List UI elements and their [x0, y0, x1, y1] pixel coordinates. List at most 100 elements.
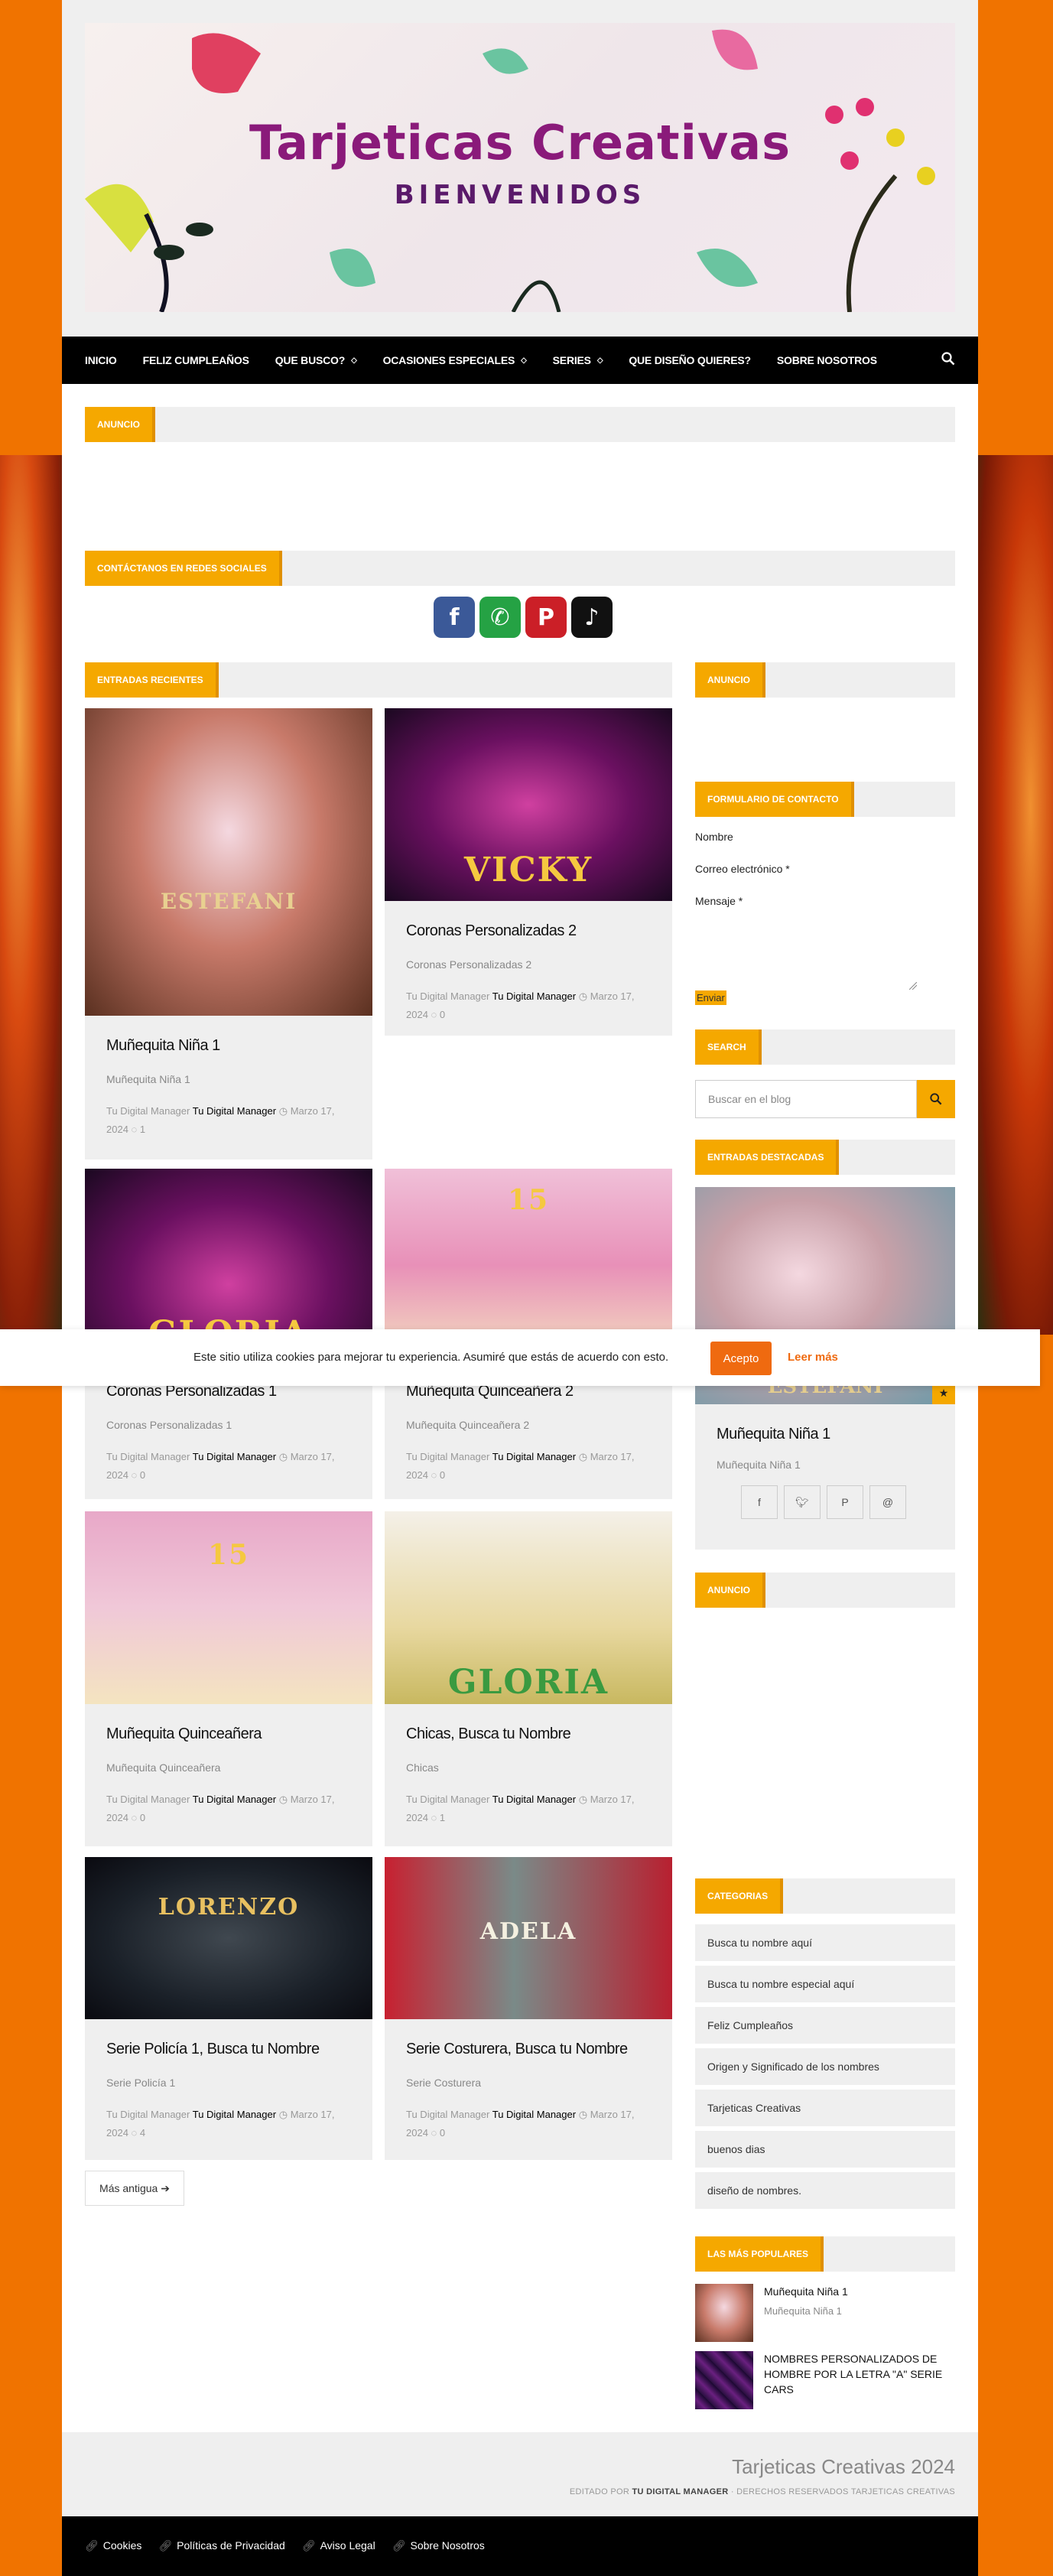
nav-item-feliz-cumpleanos[interactable]: FELIZ CUMPLEAÑOS	[143, 354, 249, 366]
category-item[interactable]: buenos dias	[695, 2131, 955, 2168]
category-item[interactable]: Feliz Cumpleaños	[695, 2007, 955, 2044]
post-comments[interactable]: 0	[440, 2127, 445, 2139]
whatsapp-icon[interactable]: ✆	[479, 597, 521, 638]
popular-post[interactable]: Muñequita Niña 1 Muñequita Niña 1	[695, 2284, 955, 2342]
popular-thumbnail[interactable]	[695, 2351, 753, 2409]
post-card[interactable]: GLORIA Chicas, Busca tu Nombre Chicas Tu…	[385, 1511, 672, 1846]
social-icons: f ✆ P ♪	[434, 597, 613, 638]
popular-thumbnail[interactable]	[695, 2284, 753, 2342]
featured-title[interactable]: Muñequita Niña 1	[695, 1426, 955, 1443]
post-card[interactable]: ADELA Serie Costurera, Busca tu Nombre S…	[385, 1857, 672, 2160]
older-posts-label: Más antigua	[99, 2182, 158, 2194]
post-author[interactable]: Tu Digital Manager	[193, 1794, 276, 1805]
footer-brand[interactable]: Tarjeticas Creativas 2024	[732, 2455, 955, 2479]
post-comments[interactable]: 4	[140, 2127, 145, 2139]
category-item[interactable]: Busca tu nombre aquí	[695, 1924, 955, 1961]
email-icon[interactable]: @	[869, 1485, 906, 1519]
popular-title[interactable]: Muñequita Niña 1	[764, 2284, 955, 2299]
twitter-icon[interactable]: 🐦︎	[784, 1485, 821, 1519]
nav-item-series[interactable]: SERIES ◇	[553, 354, 603, 366]
older-posts-button[interactable]: Más antigua ➔	[85, 2171, 184, 2206]
facebook-icon[interactable]: f	[741, 1485, 778, 1519]
search-submit-button[interactable]	[917, 1080, 955, 1118]
post-card[interactable]: 15 Muñequita Quinceañera Muñequita Quinc…	[85, 1511, 372, 1846]
post-card[interactable]: VICKY Coronas Personalizadas 2 Coronas P…	[385, 708, 672, 1036]
facebook-icon[interactable]: f	[434, 597, 475, 638]
nav-item-inicio[interactable]: INICIO	[85, 354, 117, 366]
post-author[interactable]: Tu Digital Manager	[193, 1105, 276, 1117]
cookie-read-more-link[interactable]: Leer más	[788, 1351, 838, 1364]
post-meta: Tu Digital Manager Tu Digital Manager ◷ …	[385, 1448, 672, 1485]
message-field-label: Mensaje *	[695, 895, 743, 907]
pinterest-icon[interactable]: P	[525, 597, 567, 638]
header-banner[interactable]: Tarjeticas Creativas BIENVENIDOS	[85, 23, 955, 312]
post-author[interactable]: Tu Digital Manager	[193, 1451, 276, 1462]
pinterest-icon[interactable]: P	[827, 1485, 863, 1519]
post-comments[interactable]: 0	[440, 1469, 445, 1481]
comment-icon: ◌	[131, 2127, 140, 2139]
message-textarea[interactable]	[695, 915, 917, 990]
submit-button[interactable]: Enviar	[695, 990, 726, 1005]
popular-title[interactable]: NOMBRES PERSONALIZADOS DE HOMBRE POR LA …	[764, 2351, 955, 2397]
popular-post[interactable]: NOMBRES PERSONALIZADOS DE HOMBRE POR LA …	[695, 2351, 955, 2409]
footer-link-sobre-nosotros[interactable]: 🔗︎ Sobre Nosotros	[392, 2539, 485, 2552]
search-input[interactable]: Buscar en el blog	[695, 1080, 917, 1118]
category-item[interactable]: Origen y Significado de los nombres	[695, 2048, 955, 2085]
post-card[interactable]: ESTEFANI Muñequita Niña 1 Muñequita Niña…	[85, 708, 372, 1160]
post-author[interactable]: Tu Digital Manager	[492, 1451, 576, 1462]
nav-item-ocasiones-especiales[interactable]: OCASIONES ESPECIALES ◇	[383, 354, 527, 366]
post-comments[interactable]: 1	[440, 1812, 445, 1823]
footer-link-aviso-legal[interactable]: 🔗︎ Aviso Legal	[302, 2539, 375, 2552]
post-title[interactable]: Serie Costurera, Busca tu Nombre	[385, 2041, 672, 2058]
chevron-down-icon: ◇	[521, 356, 527, 365]
clock-icon: ◷	[578, 1794, 590, 1805]
post-thumbnail[interactable]: ADELA	[385, 1857, 672, 2019]
clock-icon: ◷	[278, 1105, 291, 1117]
email-field-label: Correo electrónico *	[695, 863, 790, 875]
post-thumbnail[interactable]: LORENZO	[85, 1857, 372, 2019]
post-author[interactable]: Tu Digital Manager	[492, 1794, 576, 1805]
comment-icon: ◌	[431, 1812, 440, 1823]
banner-subtitle: BIENVENIDOS	[394, 180, 646, 210]
post-author[interactable]: Tu Digital Manager	[492, 2109, 576, 2120]
nav-item-que-diseno[interactable]: QUE DISEÑO QUIERES?	[629, 354, 751, 366]
post-title[interactable]: Muñequita Quinceañera	[85, 1725, 372, 1743]
post-comments[interactable]: 0	[140, 1469, 145, 1481]
post-author[interactable]: Tu Digital Manager	[492, 990, 576, 1002]
post-comments[interactable]: 1	[140, 1124, 145, 1135]
category-item[interactable]: Tarjeticas Creativas	[695, 2090, 955, 2126]
chevron-down-icon: ◇	[596, 356, 603, 365]
section-title: ENTRADAS RECIENTES	[85, 662, 219, 698]
category-item[interactable]: Busca tu nombre especial aquí	[695, 1966, 955, 2002]
background-leaves-left	[0, 455, 62, 1335]
post-author[interactable]: Tu Digital Manager	[193, 2109, 276, 2120]
post-card[interactable]: LORENZO Serie Policía 1, Busca tu Nombre…	[85, 1857, 372, 2160]
post-comments[interactable]: 0	[140, 1812, 145, 1823]
footer-link-cookies[interactable]: 🔗︎ Cookies	[85, 2539, 141, 2552]
post-title[interactable]: Muñequita Niña 1	[85, 1037, 372, 1055]
post-thumbnail[interactable]: 15	[85, 1511, 372, 1704]
search-icon[interactable]	[941, 352, 955, 369]
category-item[interactable]: diseño de nombres.	[695, 2172, 955, 2209]
credit-name[interactable]: TU DIGITAL MANAGER	[632, 2487, 728, 2496]
nav-item-que-busco[interactable]: QUE BUSCO? ◇	[275, 354, 357, 366]
section-header-anuncio: ANUNCIO	[85, 407, 955, 442]
footer-link-privacidad[interactable]: 🔗︎ Políticas de Privacidad	[158, 2539, 284, 2552]
section-title: LAS MÁS POPULARES	[695, 2236, 824, 2272]
post-title[interactable]: Coronas Personalizadas 2	[385, 922, 672, 940]
tiktok-icon[interactable]: ♪	[571, 597, 613, 638]
author-prefix: Tu Digital Manager	[406, 2109, 492, 2120]
footer-link-label: Aviso Legal	[320, 2539, 375, 2552]
thumbnail-label: ESTEFANI	[160, 889, 297, 914]
post-comments[interactable]: 0	[440, 1009, 445, 1020]
post-title[interactable]: Serie Policía 1, Busca tu Nombre	[85, 2041, 372, 2058]
post-thumbnail[interactable]: ESTEFANI	[85, 708, 372, 1016]
nav-item-sobre-nosotros[interactable]: SOBRE NOSOTROS	[777, 354, 877, 366]
post-thumbnail[interactable]: GLORIA	[385, 1511, 672, 1704]
cookie-accept-button[interactable]: Acepto	[710, 1342, 772, 1375]
post-thumbnail[interactable]: VICKY	[385, 708, 672, 901]
thumbnail-label: ADELA	[479, 1918, 577, 1945]
post-title[interactable]: Chicas, Busca tu Nombre	[385, 1725, 672, 1743]
clock-icon: ◷	[578, 1451, 590, 1462]
credit-suffix: · DERECHOS RESERVADOS TARJETICAS CREATIV…	[730, 2487, 955, 2496]
